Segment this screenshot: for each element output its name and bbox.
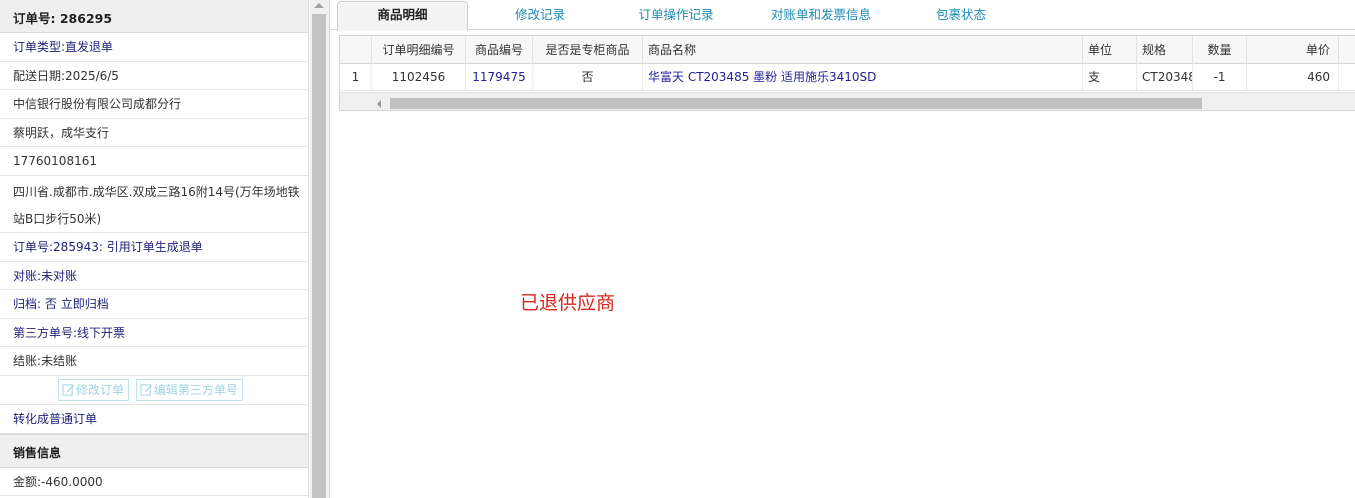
edit-order-label: 修改订单 <box>76 382 125 397</box>
amount-row: 金额:-460.0000 <box>0 468 308 497</box>
grid-horizontal-scrollbar[interactable] <box>340 92 1355 110</box>
col-header-counter[interactable]: 是否是专柜商品 <box>533 36 643 64</box>
product-name-link[interactable]: 华富天 CT203485 墨粉 适用施乐3410SD <box>643 64 1083 91</box>
settle-label: 结账: <box>13 354 42 369</box>
third-party-row: 第三方单号:线下开票 <box>0 319 308 348</box>
detail-id-cell: 1102456 <box>372 64 466 91</box>
archive-row: 归档: 否 立即归档 <box>0 290 308 319</box>
convert-to-normal-order-link[interactable]: 转化成普通订单 <box>13 412 97 426</box>
tab-statement-invoice[interactable]: 对账单和发票信息 <box>749 4 893 30</box>
price-cell: 460 <box>1247 64 1339 91</box>
third-party-value: 线下开票 <box>77 325 126 340</box>
col-header-product-id[interactable]: 商品编号 <box>466 36 533 64</box>
third-party-label: 第三方单号: <box>13 325 78 340</box>
settle-row: 结账:未结账 <box>0 347 308 376</box>
order-detail-window: 订单号: 286295 订单类型:直发退单 配送日期:2025/6/5 中信银行… <box>0 0 1355 498</box>
left-panel-scrollbar[interactable] <box>310 0 330 498</box>
table-row[interactable]: 1 1102456 1179475 否 华富天 CT203485 墨粉 适用施乐… <box>340 64 1355 91</box>
edit-third-party-label: 编辑第三方单号 <box>153 382 238 397</box>
reconcile-label: 对账: <box>13 268 42 283</box>
product-id-link[interactable]: 1179475 <box>466 64 533 91</box>
col-header-name[interactable]: 商品名称 <box>643 36 1083 64</box>
col-header-detail-id[interactable]: 订单明细编号 <box>372 36 466 64</box>
convert-row: 转化成普通订单 <box>0 405 308 434</box>
amount-value: -460.0000 <box>41 474 103 489</box>
archive-now-link[interactable]: 否 立即归档 <box>45 297 109 311</box>
sales-info-section-title: 销售信息 <box>0 433 308 468</box>
tab-order-operation-log[interactable]: 订单操作记录 <box>621 4 731 30</box>
company-row: 中信银行股份有限公司成都分行 <box>0 90 308 119</box>
delivery-date-value: 2025/6/5 <box>65 68 119 83</box>
order-number-label: 订单号: <box>13 11 56 26</box>
archive-label: 归档: <box>13 297 42 312</box>
product-grid: 订单明细编号 商品编号 是否是专柜商品 商品名称 单位 规格 数量 单价 1 1… <box>339 35 1355 111</box>
unit-cell: 支 <box>1083 64 1137 91</box>
order-type-row: 订单类型:直发退单 <box>0 33 308 62</box>
horizontal-scroll-thumb[interactable] <box>390 98 1202 109</box>
tab-product-details[interactable]: 商品明细 <box>337 1 468 31</box>
col-header-price[interactable]: 单价 <box>1247 36 1339 64</box>
action-buttons-row: 修改订单 编辑第三方单号 <box>0 376 308 405</box>
qty-cell: -1 <box>1193 64 1247 91</box>
order-info-panel: 订单号: 286295 订单类型:直发退单 配送日期:2025/6/5 中信银行… <box>0 0 309 498</box>
delivery-date-label: 配送日期: <box>13 68 66 83</box>
delivery-date-row: 配送日期:2025/6/5 <box>0 62 308 91</box>
reconcile-value: 未对账 <box>41 268 78 283</box>
order-number-value: 286295 <box>59 11 113 26</box>
tab-package-status[interactable]: 包裹状态 <box>911 4 1011 30</box>
order-header: 订单号: 286295 <box>0 0 308 33</box>
amount-label: 金额: <box>13 474 42 489</box>
settle-value: 未结账 <box>41 354 78 369</box>
ref-order-row: 订单号:285943: 引用订单生成退单 <box>0 233 308 262</box>
scroll-thumb[interactable] <box>312 14 326 498</box>
col-header-index <box>340 36 372 64</box>
phone-row: 17760108161 <box>0 147 308 176</box>
contact-row: 蔡明跃，成华支行 <box>0 119 308 148</box>
counter-cell: 否 <box>533 64 643 91</box>
grid-header: 订单明细编号 商品编号 是否是专柜商品 商品名称 单位 规格 数量 单价 <box>340 36 1355 64</box>
col-header-qty[interactable]: 数量 <box>1193 36 1247 64</box>
return-status-text: 已退供应商 <box>520 292 616 314</box>
row-index: 1 <box>340 64 372 91</box>
edit-third-party-button[interactable]: 编辑第三方单号 <box>135 378 243 401</box>
edit-icon <box>62 384 75 396</box>
spec-cell: CT20348 <box>1137 64 1193 91</box>
ref-order-value: 285943: 引用订单生成退单 <box>53 239 203 254</box>
col-header-spec[interactable]: 规格 <box>1137 36 1193 64</box>
reconcile-row: 对账:未对账 <box>0 262 308 291</box>
detail-panel: 商品明细 修改记录 订单操作记录 对账单和发票信息 包裹状态 订单明细编号 商品… <box>331 0 1355 498</box>
tab-modify-history[interactable]: 修改记录 <box>494 4 586 30</box>
col-header-unit[interactable]: 单位 <box>1083 36 1137 64</box>
order-type-label: 订单类型: <box>13 40 66 54</box>
tab-bar: 商品明细 修改记录 订单操作记录 对账单和发票信息 包裹状态 <box>331 0 1355 31</box>
scroll-up-arrow-icon[interactable] <box>314 3 324 8</box>
address-row: 四川省.成都市.成华区.双成三路16附14号(万年场地铁站B口步行50米) <box>0 176 308 233</box>
ref-order-label: 订单号: <box>13 239 54 254</box>
order-type-value: 直发退单 <box>65 40 114 54</box>
edit-icon <box>140 384 152 396</box>
scroll-left-arrow-icon[interactable] <box>377 100 381 108</box>
edit-order-button[interactable]: 修改订单 <box>58 378 130 401</box>
